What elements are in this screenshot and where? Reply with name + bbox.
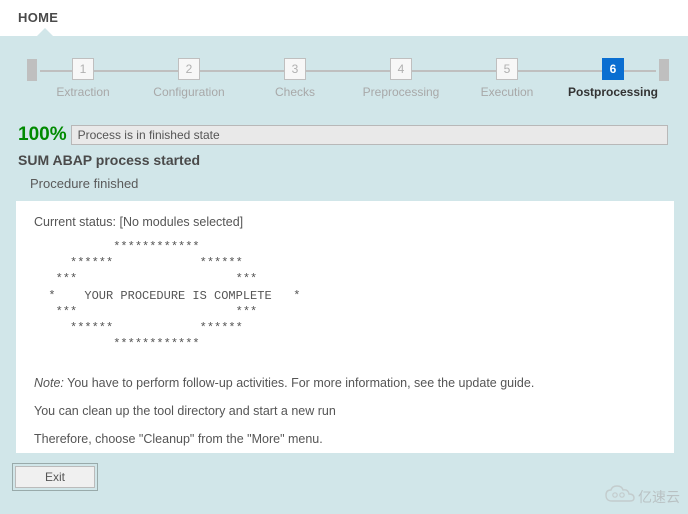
cloud-icon: [604, 485, 636, 508]
exit-button[interactable]: Exit: [15, 466, 95, 488]
step-configuration[interactable]: 2 Configuration: [136, 58, 242, 99]
step-execution[interactable]: 5 Execution: [454, 58, 560, 99]
note-line: Note: You have to perform follow-up acti…: [34, 376, 658, 390]
step-label: Preprocessing: [348, 85, 454, 99]
step-number: 6: [602, 58, 624, 80]
step-preprocessing[interactable]: 4 Preprocessing: [348, 58, 454, 99]
step-checks[interactable]: 3 Checks: [242, 58, 348, 99]
subheading: SUM ABAP process started: [18, 152, 668, 168]
current-status: Current status: [No modules selected]: [34, 215, 658, 229]
step-number: 5: [496, 58, 518, 80]
content-box: Current status: [No modules selected] **…: [16, 201, 674, 453]
step-label: Checks: [242, 85, 348, 99]
step-label: Postprocessing: [560, 85, 666, 99]
stepper: 1 Extraction 2 Configuration 3 Checks 4 …: [30, 58, 666, 112]
note-text: You have to perform follow-up activities…: [67, 376, 534, 390]
progress-row: 100% Process is in finished state: [18, 124, 668, 146]
step-label: Configuration: [136, 85, 242, 99]
step-postprocessing[interactable]: 6 Postprocessing: [560, 58, 666, 99]
step-number: 1: [72, 58, 94, 80]
step-number: 3: [284, 58, 306, 80]
exit-button-frame: Exit: [12, 463, 98, 491]
status-value: [No modules selected]: [119, 215, 243, 229]
ascii-art: ************ ****** ****** *** *** * YOU…: [34, 239, 658, 352]
therefore-line: Therefore, choose "Cleanup" from the "Mo…: [34, 432, 658, 446]
note-label: Note:: [34, 376, 64, 390]
watermark-text: 亿速云: [638, 487, 680, 507]
cleanup-line: You can clean up the tool directory and …: [34, 404, 658, 418]
progress-state-text: Process is in finished state: [71, 125, 668, 145]
step-label: Execution: [454, 85, 560, 99]
procedure-heading: Procedure finished: [30, 176, 668, 191]
status-label: Current status:: [34, 215, 116, 229]
progress-percent: 100%: [18, 124, 67, 146]
watermark: 亿速云: [604, 485, 680, 508]
main-panel: 1 Extraction 2 Configuration 3 Checks 4 …: [0, 36, 688, 514]
home-tab[interactable]: HOME: [6, 4, 70, 31]
step-extraction[interactable]: 1 Extraction: [30, 58, 136, 99]
step-label: Extraction: [30, 85, 136, 99]
step-number: 2: [178, 58, 200, 80]
step-number: 4: [390, 58, 412, 80]
